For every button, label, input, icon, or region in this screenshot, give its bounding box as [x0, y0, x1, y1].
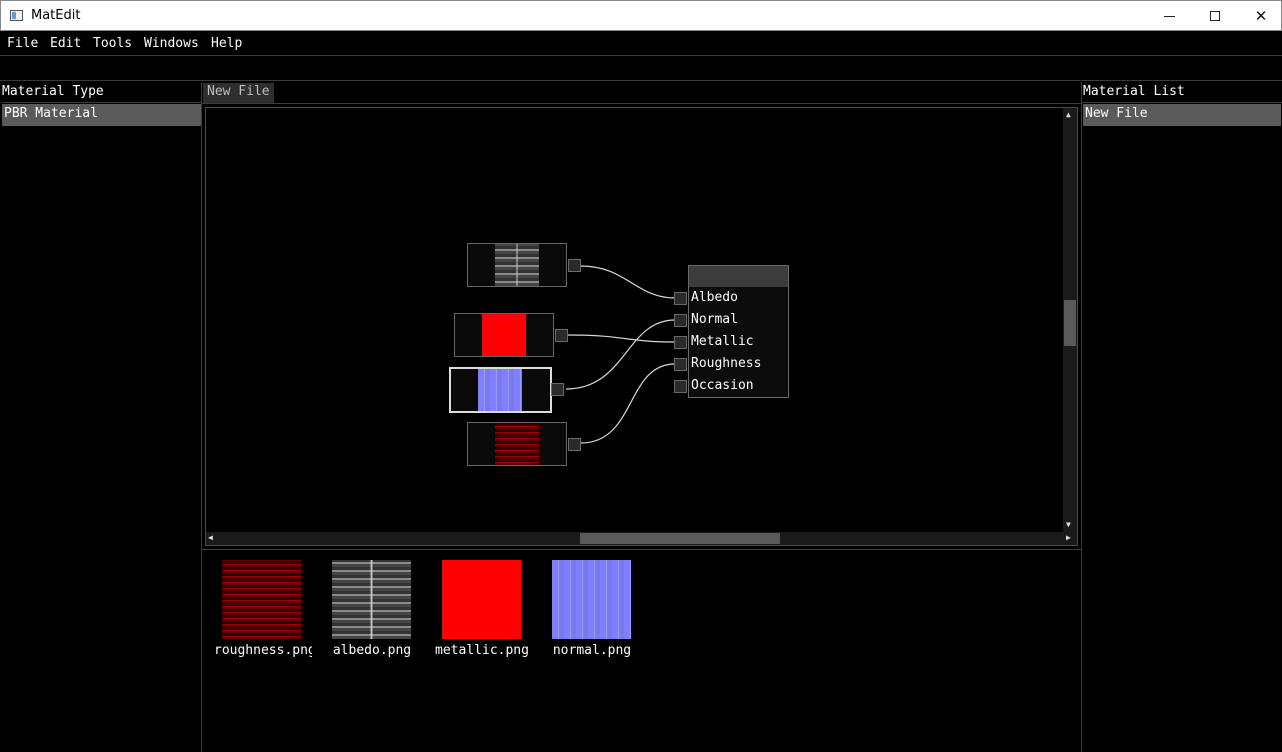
- input-roughness: Roughness: [674, 354, 789, 376]
- window-title: MatEdit: [31, 8, 81, 23]
- material-node[interactable]: Albedo Normal Metallic Roughness Occasio…: [674, 265, 789, 398]
- asset-metallic[interactable]: metallic.png: [432, 560, 532, 670]
- asset-roughness[interactable]: roughness.png: [212, 560, 312, 670]
- assets-divider: [202, 549, 1081, 550]
- asset-normal[interactable]: normal.png: [542, 560, 642, 670]
- input-port-albedo[interactable]: [674, 292, 687, 305]
- input-label-occasion: Occasion: [691, 378, 754, 393]
- material-type-item-pbr[interactable]: PBR Material: [2, 104, 201, 126]
- input-port-metallic[interactable]: [674, 336, 687, 349]
- node-graph-canvas[interactable]: Albedo Normal Metallic Roughness Occasio…: [205, 107, 1078, 546]
- horizontal-scroll-thumb[interactable]: [580, 533, 780, 544]
- asset-label-roughness: roughness.png: [214, 643, 312, 658]
- input-metallic: Metallic: [674, 332, 789, 354]
- menu-help[interactable]: Help: [211, 36, 242, 51]
- scroll-right-icon[interactable]: ▶: [1066, 533, 1071, 543]
- wire-metallic: [567, 334, 676, 343]
- input-normal: Normal: [674, 310, 789, 332]
- asset-albedo[interactable]: albedo.png: [322, 560, 422, 670]
- node-wires: [565, 265, 676, 444]
- input-label-normal: Normal: [691, 312, 738, 327]
- input-label-roughness: Roughness: [691, 356, 762, 371]
- input-port-roughness[interactable]: [674, 358, 687, 371]
- output-port[interactable]: [555, 329, 568, 342]
- output-port[interactable]: [568, 438, 581, 451]
- close-button[interactable]: ✕: [1238, 1, 1282, 31]
- horizontal-scrollbar[interactable]: ◀ ▶: [206, 532, 1077, 545]
- tab-divider: [202, 103, 1081, 104]
- scroll-down-icon[interactable]: ▼: [1066, 520, 1071, 530]
- tab-new-file[interactable]: New File: [203, 83, 274, 103]
- output-port[interactable]: [551, 383, 564, 396]
- panel-divider: [1, 102, 201, 103]
- vertical-scrollbar[interactable]: ▲ ▼: [1063, 108, 1077, 532]
- texture-node-metallic[interactable]: [454, 313, 568, 357]
- albedo-thumbnail[interactable]: [332, 560, 411, 639]
- menu-bar: File Edit Tools Windows Help: [0, 31, 1282, 56]
- scroll-left-icon[interactable]: ◀: [208, 533, 213, 543]
- material-type-panel: Material Type PBR Material: [1, 82, 202, 752]
- material-node-header[interactable]: [689, 266, 788, 287]
- asset-label-normal: normal.png: [552, 643, 632, 658]
- wire-roughness: [580, 363, 676, 444]
- scroll-up-icon[interactable]: ▲: [1066, 110, 1071, 120]
- output-port[interactable]: [568, 259, 581, 272]
- roughness-thumbnail[interactable]: [222, 560, 301, 639]
- normal-thumbnail[interactable]: [552, 560, 631, 639]
- metallic-node-preview: [482, 314, 526, 356]
- maximize-icon: [1210, 11, 1220, 21]
- title-bar: MatEdit ✕: [0, 0, 1282, 31]
- menu-windows[interactable]: Windows: [144, 36, 199, 51]
- toolbar: [0, 57, 1282, 81]
- albedo-node-preview: [495, 244, 539, 286]
- input-label-albedo: Albedo: [691, 290, 738, 305]
- input-occasion: Occasion: [674, 376, 789, 398]
- close-icon: ✕: [1254, 7, 1268, 25]
- roughness-node-preview: [495, 423, 539, 465]
- app-icon: [10, 10, 23, 21]
- material-list-item-new-file[interactable]: New File: [1083, 104, 1281, 126]
- menu-edit[interactable]: Edit: [50, 36, 81, 51]
- texture-node-roughness[interactable]: [467, 422, 581, 466]
- texture-node-normal[interactable]: [449, 367, 564, 413]
- texture-node-albedo[interactable]: [467, 243, 581, 287]
- metallic-thumbnail[interactable]: [442, 560, 521, 639]
- minimize-icon: [1163, 15, 1175, 17]
- menu-file[interactable]: File: [7, 36, 38, 51]
- minimize-button[interactable]: [1146, 1, 1192, 31]
- asset-label-metallic: metallic.png: [435, 643, 529, 658]
- maximize-button[interactable]: [1192, 1, 1238, 31]
- vertical-scroll-thumb[interactable]: [1064, 300, 1076, 346]
- input-label-metallic: Metallic: [691, 334, 754, 349]
- input-port-normal[interactable]: [674, 314, 687, 327]
- material-type-header: Material Type: [2, 84, 104, 99]
- normal-node-preview: [478, 369, 522, 411]
- input-port-occasion[interactable]: [674, 380, 687, 393]
- wire-albedo: [580, 265, 676, 299]
- wire-normal: [565, 319, 676, 390]
- material-list-panel: Material List New File: [1081, 82, 1282, 752]
- menu-tools[interactable]: Tools: [93, 36, 132, 51]
- input-albedo: Albedo: [674, 288, 789, 310]
- panel-divider: [1082, 102, 1282, 103]
- material-list-header: Material List: [1083, 84, 1185, 99]
- asset-label-albedo: albedo.png: [332, 643, 412, 658]
